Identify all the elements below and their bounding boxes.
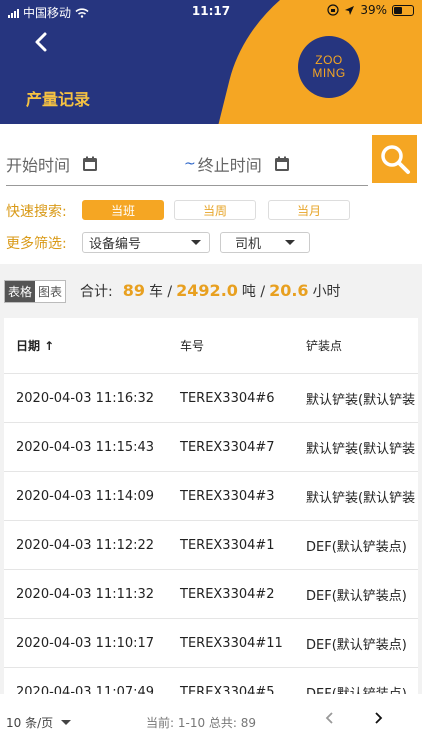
- location-icon: [345, 5, 355, 15]
- hours-unit: 小时: [312, 284, 341, 300]
- records-table: 日期 ↑ 车号 铲装点 2020-04-03 11:16:32 TEREX3304…: [4, 318, 418, 694]
- chevron-left-icon[interactable]: [322, 710, 338, 726]
- cell-truck: TEREX3304#2: [180, 586, 275, 602]
- total-trucks: 89: [122, 281, 145, 300]
- cell-loading-point: DEF(默认铲装点): [306, 686, 407, 695]
- status-bar: 中国移动 11:17 39%: [0, 0, 422, 22]
- quick-shift-button[interactable]: 当班: [82, 200, 164, 220]
- total-label: 合计:: [80, 284, 113, 300]
- cell-loading-point: DEF(默认铲装点): [306, 588, 407, 604]
- driver-select[interactable]: 司机: [220, 232, 310, 253]
- back-chevron-icon[interactable]: [28, 28, 56, 56]
- device-select[interactable]: 设备编号: [82, 232, 210, 253]
- quick-search-label: 快速搜索:: [6, 204, 67, 220]
- cell-date: 2020-04-03 11:16:32: [16, 390, 155, 406]
- cell-loading-point: DEF(默认铲装点): [306, 637, 407, 653]
- table-row[interactable]: 2020-04-03 11:12:22 TEREX3304#1 DEF(默认铲装点): [4, 521, 418, 570]
- trucks-unit: 车 /: [148, 284, 173, 300]
- view-toggle: 表格 图表: [4, 280, 67, 303]
- chevron-down-icon: [191, 240, 201, 245]
- app-header: 中国移动 11:17 39% 产量记录 ZOO MING: [0, 0, 422, 124]
- chevron-down-icon: [285, 240, 295, 245]
- table-header: 日期 ↑ 车号 铲装点: [4, 318, 418, 374]
- cell-truck: TEREX3304#11: [180, 635, 283, 651]
- logo-text-bottom: MING: [312, 66, 346, 80]
- cell-loading-point: 默认铲装(默认铲装: [306, 490, 416, 506]
- calendar-icon: [274, 156, 289, 171]
- cell-loading-point: DEF(默认铲装点): [306, 539, 407, 555]
- cell-date: 2020-04-03 11:07:49: [16, 684, 155, 695]
- toggle-chart-button[interactable]: 图表: [35, 281, 66, 302]
- cell-truck: TEREX3304#1: [180, 537, 275, 553]
- search-icon: [380, 145, 410, 174]
- summary-bar: 表格 图表 合计: 89 车 / 2492.0 吨 / 20.6 小时: [0, 264, 422, 316]
- page-size-select[interactable]: 10 条/页: [6, 714, 72, 731]
- cell-date: 2020-04-03 11:14:09: [16, 488, 155, 504]
- cell-loading-point: 默认铲装(默认铲装: [306, 392, 416, 408]
- cell-truck: TEREX3304#3: [180, 488, 275, 504]
- total-hours: 20.6: [269, 281, 309, 300]
- column-loading-point: 铲装点: [306, 339, 343, 353]
- column-date-sort[interactable]: 日期 ↑: [16, 337, 54, 354]
- chevron-down-icon: [61, 720, 72, 725]
- summary-total: 合计: 89 车 / 2492.0 吨 / 20.6 小时: [80, 281, 341, 301]
- end-time-placeholder: 终止时间: [197, 155, 262, 175]
- quick-search-row: 快速搜索: 当班 当周 当月: [6, 200, 416, 222]
- total-tons: 2492.0: [176, 281, 238, 300]
- tons-unit: 吨 /: [241, 284, 266, 300]
- start-time-field[interactable]: 开始时间: [6, 142, 184, 186]
- cell-date: 2020-04-03 11:12:22: [16, 537, 155, 553]
- page-size-value: 10 条/页: [6, 716, 54, 730]
- cell-date: 2020-04-03 11:11:32: [16, 586, 155, 602]
- quick-week-button[interactable]: 当周: [174, 200, 256, 220]
- cell-truck: TEREX3304#6: [180, 390, 275, 406]
- end-time-field[interactable]: ~ 终止时间: [184, 142, 368, 186]
- page-title: 产量记录: [26, 90, 91, 109]
- cell-date: 2020-04-03 11:10:17: [16, 635, 155, 651]
- quick-month-button[interactable]: 当月: [268, 200, 350, 220]
- more-filters-row: 更多筛选: 设备编号 司机: [6, 232, 416, 254]
- battery-percent: 39%: [360, 3, 387, 17]
- cell-truck: TEREX3304#7: [180, 439, 275, 455]
- table-row[interactable]: 2020-04-03 11:14:09 TEREX3304#3 默认铲装(默认铲装: [4, 472, 418, 521]
- battery-icon: [392, 4, 414, 16]
- table-row[interactable]: 2020-04-03 11:16:32 TEREX3304#6 默认铲装(默认铲装: [4, 374, 418, 423]
- toggle-table-button[interactable]: 表格: [5, 281, 36, 302]
- lock-rotation-icon: [327, 4, 339, 16]
- table-header-row: 日期 ↑ 车号 铲装点: [4, 318, 418, 373]
- start-time-placeholder: 开始时间: [6, 155, 71, 175]
- brand-logo: ZOO MING: [298, 36, 360, 98]
- more-filters-label: 更多筛选:: [6, 236, 67, 252]
- driver-select-placeholder: 司机: [235, 237, 262, 252]
- cell-loading-point: 默认铲装(默认铲装: [306, 441, 416, 457]
- search-panel: 开始时间 ~ 终止时间 快速搜索: 当班 当周 当月 更多筛选: 设备编号 司机: [0, 124, 422, 264]
- table-row[interactable]: 2020-04-03 11:11:32 TEREX3304#2 DEF(默认铲装点): [4, 570, 418, 619]
- pagination-bar: 10 条/页 当前: 1-10 总共: 89: [0, 694, 422, 750]
- search-button[interactable]: [372, 135, 417, 183]
- column-truck: 车号: [180, 339, 205, 353]
- chevron-right-icon[interactable]: [370, 710, 386, 726]
- cell-truck: TEREX3304#5: [180, 684, 275, 695]
- table-row[interactable]: 2020-04-03 11:10:17 TEREX3304#11 DEF(默认铲装点…: [4, 619, 418, 668]
- calendar-icon: [83, 156, 98, 171]
- cell-date: 2020-04-03 11:15:43: [16, 439, 155, 455]
- pagination-info: 当前: 1-10 总共: 89: [146, 716, 257, 730]
- range-tilde: ~: [184, 155, 196, 172]
- table-row[interactable]: 2020-04-03 11:15:43 TEREX3304#7 默认铲装(默认铲装: [4, 423, 418, 472]
- device-select-placeholder: 设备编号: [89, 237, 142, 252]
- status-right: 39%: [327, 3, 414, 17]
- table-row[interactable]: 2020-04-03 11:07:49 TEREX3304#5 DEF(默认铲装点): [4, 668, 418, 695]
